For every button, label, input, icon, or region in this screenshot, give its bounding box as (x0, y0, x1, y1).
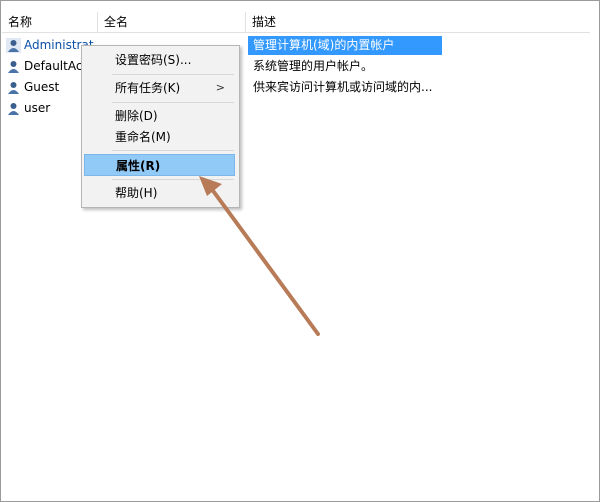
annotation-arrow-icon (199, 176, 320, 336)
